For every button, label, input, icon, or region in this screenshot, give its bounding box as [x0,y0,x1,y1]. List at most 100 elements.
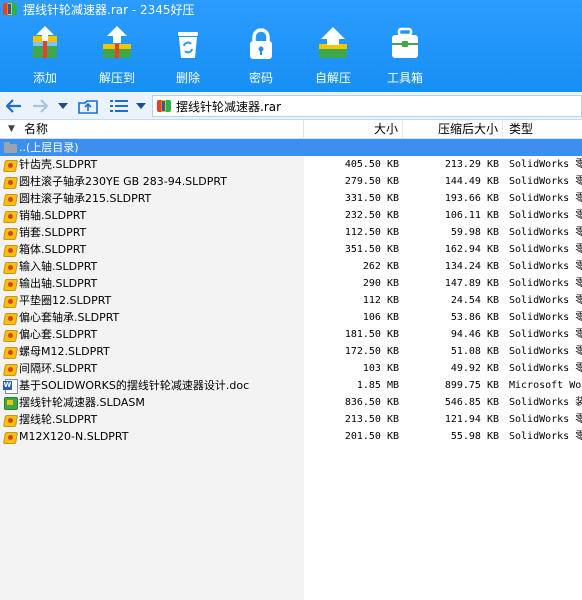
file-row[interactable]: 螺母M12.SLDPRT 172.50 KB 51.08 KB SolidWorks … [0,343,582,360]
extract-to-icon [103,26,131,58]
file-row[interactable]: 销轴.SLDPRT 232.50 KB 106.11 KB SolidWorks 零 [0,207,582,224]
file-type: SolidWorks 零 [509,176,582,187]
add-archive-icon [33,26,57,58]
file-row[interactable]: 销套.SLDPRT 112.50 KB 59.98 KB SolidWorks 零 [0,224,582,241]
file-type: SolidWorks 零 [509,329,582,340]
view-dropdown-icon[interactable] [134,96,148,116]
file-name-cell: 圆柱滚子轴承215.SLDPRT [0,190,304,207]
file-name: 间隔环.SLDPRT [19,362,98,375]
file-name-cell: 输出轴.SLDPRT [0,275,304,292]
add-button[interactable]: 添加 [15,18,75,90]
file-compressed-size: 193.66 KB [444,193,499,204]
file-size: 331.50 KB [344,193,399,204]
app-icon [3,3,17,15]
file-size [304,139,399,156]
file-name: 针齿壳.SLDPRT [19,158,98,171]
password-button[interactable]: 密码 [231,18,291,90]
file-compressed-size: 59.98 KB [450,227,499,238]
file-row[interactable]: 针齿壳.SLDPRT 405.50 KB 213.29 KB SolidWorks 零 [0,156,582,173]
file-row[interactable]: 偏心套轴承.SLDPRT 106 KB 53.86 KB SolidWorks 零 [0,309,582,326]
self-extract-icon [319,27,347,58]
file-type: SolidWorks 零 [509,193,582,204]
file-compressed-size: 55.98 KB [450,431,499,442]
file-compressed-size: 51.08 KB [450,346,499,357]
file-row[interactable]: 摆线针轮减速器.SLDASM 836.50 KB 546.85 KB SolidWor… [0,394,582,411]
window-title: 摆线针轮减速器.rar - 2345好压 [23,2,195,17]
file-row[interactable]: 平垫圈12.SLDPRT 112 KB 24.54 KB SolidWorks 零 [0,292,582,309]
solidworks-part-icon [3,226,17,239]
file-size: 112.50 KB [344,227,399,238]
file-name-cell: 输入轴.SLDPRT [0,258,304,275]
solidworks-part-icon [3,345,17,358]
file-row[interactable]: 摆线轮.SLDPRT 213.50 KB 121.94 KB SolidWorks 零 [0,411,582,428]
parent-directory-row[interactable]: ..(上层目录) [0,139,582,156]
toolbox-button[interactable]: 工具箱 [375,18,435,90]
forward-arrow-icon[interactable] [30,96,50,116]
file-row[interactable]: 输入轴.SLDPRT 262 KB 134.24 KB SolidWorks 零 [0,258,582,275]
file-type: SolidWorks 零 [509,295,582,306]
extract-to-button[interactable]: 解压到 [87,18,147,90]
column-type-header[interactable]: 类型 [503,120,582,139]
back-arrow-icon[interactable] [4,96,24,116]
file-name-cell: 平垫圈12.SLDPRT [0,292,304,309]
view-list-icon[interactable] [108,96,130,116]
file-type: SolidWorks 零 [509,414,582,425]
up-folder-icon[interactable] [76,96,100,116]
file-row[interactable]: 基于SOLIDWORKS的摆线针轮减速器设计.doc 1.85 MB 899.75 … [0,377,582,394]
file-name: 输出轴.SLDPRT [19,277,98,290]
file-name: M12X120-N.SLDPRT [19,430,129,443]
file-name-cell: 间隔环.SLDPRT [0,360,304,377]
file-compressed-size: 53.86 KB [450,312,499,323]
file-compressed-size: 94.46 KB [450,329,499,340]
address-bar[interactable]: 摆线针轮减速器.rar [152,95,582,117]
solidworks-part-icon [3,260,17,273]
file-name-cell: 箱体.SLDPRT [0,241,304,258]
file-row[interactable]: M12X120-N.SLDPRT 201.50 KB 55.98 KB SolidWo… [0,428,582,445]
self-extract-button[interactable]: 自解压 [303,18,363,90]
file-row[interactable]: 间隔环.SLDPRT 103 KB 49.92 KB SolidWorks 零 [0,360,582,377]
file-compressed-size: 162.94 KB [444,244,499,255]
file-size: 201.50 KB [344,431,399,442]
file-type: SolidWorks 零 [509,244,582,255]
file-size: 172.50 KB [344,346,399,357]
file-size: 106 KB [362,312,399,323]
extract-to-button-label: 解压到 [98,71,135,85]
address-text: 摆线针轮减速器.rar [176,99,282,114]
file-size: 405.50 KB [344,159,399,170]
file-row[interactable]: 圆柱滚子轴承230YE GB 283-94.SLDPRT 279.50 KB 144… [0,173,582,190]
file-name-cell: 圆柱滚子轴承230YE GB 283-94.SLDPRT [0,173,304,190]
file-size: 112 KB [362,295,399,306]
file-type: SolidWorks 零 [509,227,582,238]
file-compressed-size: 121.94 KB [444,414,499,425]
column-compressed-header[interactable]: 压缩后大小 [403,120,503,139]
file-size: 279.50 KB [344,176,399,187]
file-name: 销轴.SLDPRT [19,209,87,222]
file-type: SolidWorks 零 [509,346,582,357]
file-size: 181.50 KB [344,329,399,340]
title-bar: 摆线针轮减速器.rar - 2345好压 [0,0,582,18]
file-compressed-size: 144.49 KB [444,176,499,187]
file-name-cell: 螺母M12.SLDPRT [0,343,304,360]
file-row[interactable]: 圆柱滚子轴承215.SLDPRT 331.50 KB 193.66 KB SolidW… [0,190,582,207]
archive-icon [157,100,171,112]
history-dropdown-icon[interactable] [56,96,70,116]
file-row[interactable]: 输出轴.SLDPRT 290 KB 147.89 KB SolidWorks 零 [0,275,582,292]
solidworks-part-icon [3,362,17,375]
column-header: ▼ 名称 大小 压缩后大小 类型 [0,120,582,139]
delete-button[interactable]: 删除 [158,18,218,90]
file-type: SolidWorks 零 [509,431,582,442]
file-row[interactable]: 偏心套.SLDPRT 181.50 KB 94.46 KB SolidWorks 零 [0,326,582,343]
column-name-header[interactable]: ▼ 名称 [0,120,304,139]
solidworks-part-icon [3,243,17,256]
navigation-bar: 摆线针轮减速器.rar [0,92,582,120]
file-compressed-size: 147.89 KB [444,278,499,289]
file-name: 箱体.SLDPRT [19,243,87,256]
file-name-cell: 偏心套轴承.SLDPRT [0,309,304,326]
solidworks-part-icon [3,175,17,188]
file-name: 圆柱滚子轴承215.SLDPRT [19,192,152,205]
column-size-header[interactable]: 大小 [304,120,403,139]
file-name-cell: ..(上层目录) [0,139,304,156]
file-row[interactable]: 箱体.SLDPRT 351.50 KB 162.94 KB SolidWorks 零 [0,241,582,258]
file-type: SolidWorks 装 [509,397,582,408]
file-compressed-size: 49.92 KB [450,363,499,374]
